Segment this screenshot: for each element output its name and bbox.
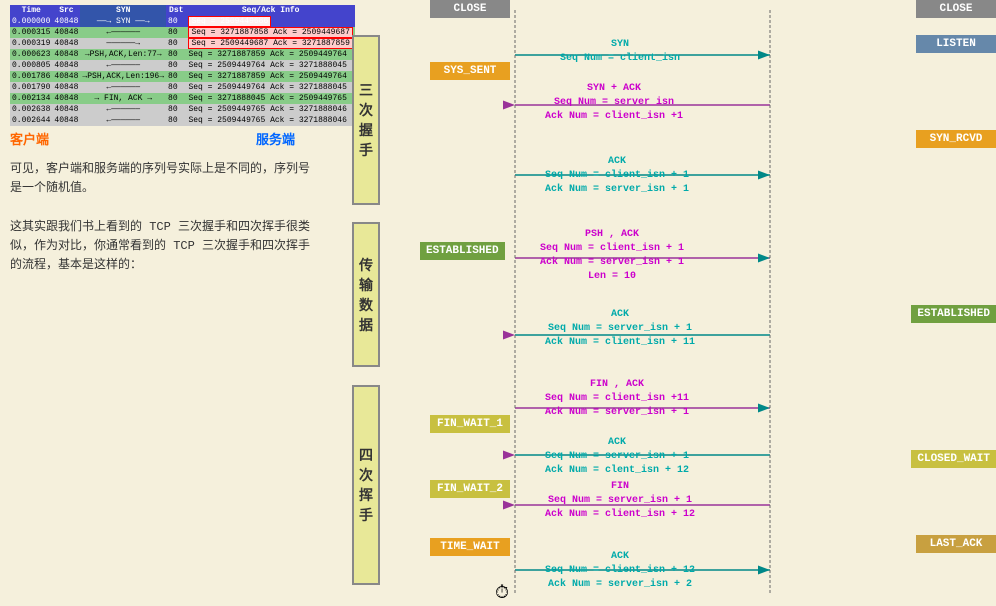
table-row: 0.001790 40848 ←—————— 80 Seq = 25094497… <box>10 82 355 93</box>
state-fin-wait-2: FIN_WAIT_2 <box>430 480 510 498</box>
state-time-wait: TIME_WAIT <box>430 538 510 556</box>
table-row: 0.000000 40848 ——→ SYN ——→ 80 Seq = 2509… <box>10 16 355 27</box>
table-row: 0.002638 40848 ←—————— 80 Seq = 25094497… <box>10 104 355 115</box>
bracket-transfer: 传 输 数 据 <box>352 222 380 367</box>
table-row: 0.002644 40848 ←—————— 80 Seq = 25094497… <box>10 115 355 126</box>
state-close-left: CLOSE <box>430 0 510 18</box>
state-close-right: CLOSE <box>916 0 996 18</box>
annotation-psh-ack: PSH , ACK Seq Num = client_isn + 1 Ack N… <box>540 228 684 284</box>
table-row: 0.000319 40848 ——————→ 80 Seq = 25094496… <box>10 38 355 49</box>
table-row: 0.000623 40848 →PSH,ACK,Len:77→ 80 Seq =… <box>10 49 355 60</box>
annotation-syn: SYN Seq Num = client_isn <box>560 38 680 66</box>
annotation-ack3: ACK Seq Num = server_isn + 1 Ack Num = c… <box>545 436 689 478</box>
bracket-three-handshake: 三 次 握 手 <box>352 35 380 205</box>
clock-icon: ⏱ <box>495 583 509 604</box>
annotation-ack1: ACK Seq Num = client_isn + 1 Ack Num = s… <box>545 155 689 197</box>
state-closed-wait: CLOSED_WAIT <box>911 450 996 468</box>
packet-table: Time Src SYN Dst Seq/Ack Info 0.000000 4… <box>10 5 355 126</box>
table-row: 0.001786 40848 →PSH,ACK,Len:196→ 80 Seq … <box>10 71 355 82</box>
left-panel: Time Src SYN Dst Seq/Ack Info 0.000000 4… <box>10 5 310 275</box>
table-row: 0.000315 40848 ←—————— 80 Seq = 32718878… <box>10 27 355 38</box>
col-time: Time <box>10 5 52 16</box>
state-established-right: ESTABLISHED <box>911 305 996 323</box>
annotation-ack4: ACK Seq Num = client_isn + 12 Ack Num = … <box>545 550 695 592</box>
col-src: Src <box>52 5 80 16</box>
annotation-fin-ack: FIN , ACK Seq Num = client_isn +11 Ack N… <box>545 378 689 420</box>
state-syn-rcvd: SYN_RCVD <box>916 130 996 148</box>
endpoint-labels: 客户端 服务端 <box>10 129 295 148</box>
client-label: 客户端 <box>10 129 49 148</box>
right-panel: CLOSE SYS_SENT ESTABLISHED FIN_WAIT_1 FI… <box>320 0 996 606</box>
state-fin-wait-1: FIN_WAIT_1 <box>430 415 510 433</box>
annotation-syn-ack: SYN + ACK Seq Num = server_isn Ack Num =… <box>545 82 683 124</box>
state-listen: LISTEN <box>916 35 996 53</box>
description-text: 可见，客户端和服务端的序列号实际上是不同的，序列号是一个随机值。 这其实跟我们书… <box>10 160 320 275</box>
table-row: 0.002134 40848 → FIN, ACK → 80 Seq = 327… <box>10 93 355 104</box>
state-sys-sent: SYS_SENT <box>430 62 510 80</box>
state-last-ack: LAST_ACK <box>916 535 996 553</box>
col-arrow: SYN <box>80 5 166 16</box>
server-label: 服务端 <box>256 129 295 148</box>
annotation-fin: FIN Seq Num = server_isn + 1 Ack Num = c… <box>545 480 695 522</box>
col-dst: Dst <box>166 5 186 16</box>
state-established-left: ESTABLISHED <box>420 242 505 260</box>
table-row: 0.000805 40848 ←—————— 80 Seq = 25094497… <box>10 60 355 71</box>
annotation-ack2: ACK Seq Num = server_isn + 1 Ack Num = c… <box>545 308 695 350</box>
bracket-four-handshake: 四 次 挥 手 <box>352 385 380 585</box>
